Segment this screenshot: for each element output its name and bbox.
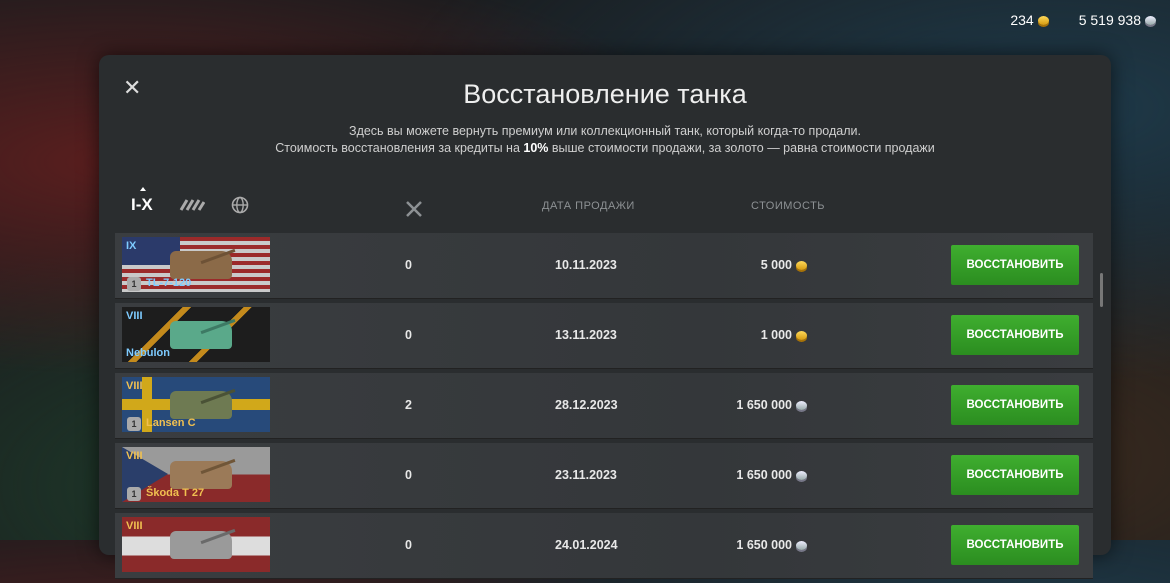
credits-coin-icon: [796, 400, 807, 410]
nation-filter-globe-icon[interactable]: [231, 196, 249, 214]
mastery-badge: 1: [127, 417, 141, 431]
column-header-date: ДАТА ПРОДАЖИ: [542, 200, 635, 212]
tier-label: VIII: [126, 310, 143, 322]
dialog-description: Здесь вы можете вернуть премиум или колл…: [99, 123, 1111, 157]
restore-cost: 1 650 000: [736, 538, 807, 552]
tank-image: IX 1 TL-7-120: [122, 237, 270, 292]
battles-count: 0: [405, 538, 412, 552]
tank-image: VIII: [122, 517, 270, 572]
gold-coin-icon: [796, 330, 807, 340]
restore-cost: 1 650 000: [736, 398, 807, 412]
cost-value: 1 650 000: [736, 538, 792, 552]
tank-list: IX 1 TL-7-120 0 10.11.2023 5 000 ВОССТАН…: [115, 233, 1093, 583]
list-item: VIII 1 Lansen C 2 28.12.2023 1 650 000 В…: [115, 373, 1093, 439]
sale-date: 10.11.2023: [555, 258, 617, 272]
tier-label: VIII: [126, 380, 143, 392]
restore-button[interactable]: ВОССТАНОВИТЬ: [951, 525, 1079, 565]
scrollbar[interactable]: [1100, 273, 1103, 307]
restore-button[interactable]: ВОССТАНОВИТЬ: [951, 455, 1079, 495]
description-text: выше стоимости продажи, за золото — равн…: [548, 141, 935, 155]
tank-name: Škoda T 27: [146, 487, 205, 499]
tier-label: VIII: [126, 520, 143, 532]
list-item: VIII 1 Škoda T 27 0 23.11.2023 1 650 000…: [115, 443, 1093, 509]
tank-name: TL-7-120: [146, 277, 192, 289]
filter-bar: I-X: [131, 187, 249, 215]
battles-count: 0: [405, 328, 412, 342]
tier-filter[interactable]: I-X: [131, 187, 153, 215]
gold-amount: 234: [1010, 12, 1034, 28]
mastery-badge: 1: [127, 277, 141, 291]
restore-button[interactable]: ВОССТАНОВИТЬ: [951, 315, 1079, 355]
tank-name: Lansen C: [146, 417, 196, 429]
gold-coin-icon: [796, 260, 807, 270]
sale-date: 28.12.2023: [555, 398, 618, 412]
battles-count: 0: [405, 258, 412, 272]
cost-value: 1 650 000: [736, 398, 792, 412]
list-item: IX 1 TL-7-120 0 10.11.2023 5 000 ВОССТАН…: [115, 233, 1093, 299]
battles-count: 2: [405, 398, 412, 412]
restore-tank-dialog: ✕ Восстановление танка Здесь вы можете в…: [99, 55, 1111, 579]
restore-button[interactable]: ВОССТАНОВИТЬ: [951, 385, 1079, 425]
currency-bar: 234 5 519 938: [1010, 12, 1156, 28]
list-item: VIII 0 24.01.2024 1 650 000 ВОССТАНОВИТЬ: [115, 513, 1093, 579]
tank-image: VIII Nebulon: [122, 307, 270, 362]
credits-balance: 5 519 938: [1079, 12, 1156, 28]
column-header-cost: СТОИМОСТЬ: [751, 200, 826, 212]
tier-label: VIII: [126, 450, 143, 462]
description-text: Стоимость восстановления за кредиты на: [275, 141, 524, 155]
battles-column-icon: [405, 200, 423, 221]
credits-coin-icon: [796, 470, 807, 480]
credits-amount: 5 519 938: [1078, 12, 1141, 28]
sale-date: 13.11.2023: [555, 328, 617, 342]
cost-value: 1 650 000: [736, 468, 792, 482]
credits-coin-icon: [1145, 15, 1156, 25]
cost-value: 5 000: [760, 258, 792, 272]
restore-cost: 5 000: [761, 258, 807, 272]
restore-cost: 1 000: [761, 328, 807, 342]
cost-value: 1 000: [760, 328, 792, 342]
tank-image: VIII 1 Škoda T 27: [122, 447, 270, 502]
sale-date: 24.01.2024: [555, 538, 618, 552]
sale-date: 23.11.2023: [555, 468, 617, 482]
mastery-badge: 1: [127, 487, 141, 501]
description-percent: 10%: [523, 141, 549, 155]
battles-count: 0: [405, 468, 412, 482]
tier-label: IX: [126, 240, 137, 252]
gold-balance: 234: [1010, 12, 1049, 28]
description-line-1: Здесь вы можете вернуть премиум или колл…: [349, 124, 861, 138]
gold-coin-icon: [1037, 15, 1049, 25]
restore-button[interactable]: ВОССТАНОВИТЬ: [951, 245, 1079, 285]
dialog-title: Восстановление танка: [463, 79, 747, 109]
description-line-2: Стоимость восстановления за кредиты на 1…: [99, 140, 1111, 157]
tank-type-filter-icon[interactable]: [179, 198, 205, 212]
list-item: VIII Nebulon 0 13.11.2023 1 000 ВОССТАНО…: [115, 303, 1093, 369]
credits-coin-icon: [796, 540, 807, 550]
tank-image: VIII 1 Lansen C: [122, 377, 270, 432]
tank-name: Nebulon: [126, 347, 170, 359]
restore-cost: 1 650 000: [736, 468, 807, 482]
